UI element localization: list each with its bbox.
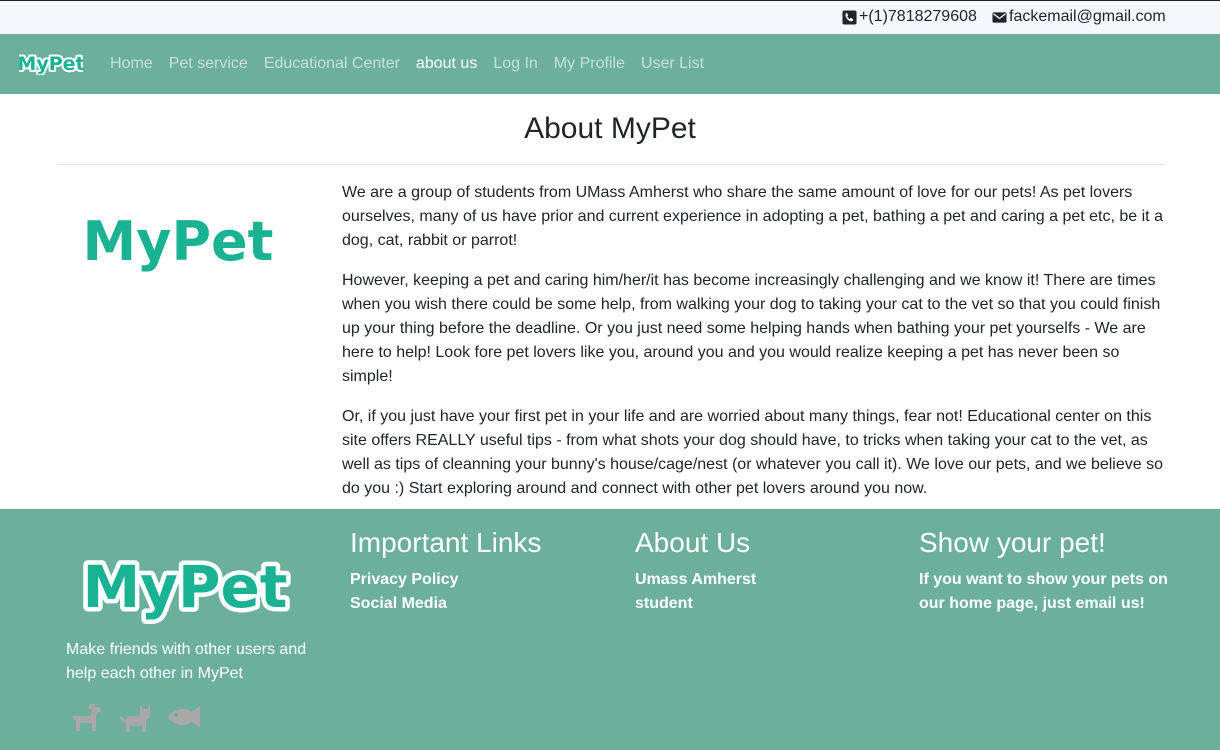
footer-show-pet: Show your pet! If you want to show your …: [919, 527, 1169, 616]
cat-icon: [120, 704, 150, 732]
email-address[interactable]: fackemail@gmail.com: [1009, 8, 1166, 26]
footer-about-us: About Us Umass Amherst student: [635, 527, 785, 616]
nav-item-educational-center[interactable]: Educational Center: [264, 55, 400, 73]
privacy-policy-link[interactable]: Privacy Policy: [350, 568, 541, 592]
footer-important-links: Important Links Privacy Policy Social Me…: [350, 527, 541, 616]
nav-item-home[interactable]: Home: [110, 55, 153, 73]
social-media-link[interactable]: Social Media: [350, 592, 541, 616]
nav-links: Home Pet service Educational Center abou…: [110, 55, 704, 73]
dog-icon: [72, 704, 101, 731]
nav-item-my-profile[interactable]: My Profile: [554, 55, 625, 73]
nav-item-about-us[interactable]: about us: [416, 55, 477, 73]
show-pet-text: If you want to show your pets on our hom…: [919, 571, 1168, 612]
title-divider: [57, 164, 1165, 165]
important-links-heading: Important Links: [350, 527, 542, 558]
nav-item-log-in[interactable]: Log In: [493, 55, 537, 73]
logo-text: MyPet: [19, 53, 83, 75]
about-paragraph-3: Or, if you just have your first pet in y…: [342, 408, 1163, 497]
phone-contact: +(1)7818279608: [842, 8, 977, 26]
phone-icon: [842, 9, 857, 25]
about-us-text: Umass Amherst student: [635, 571, 757, 612]
email-contact: fackemail@gmail.com: [992, 8, 1166, 26]
about-paragraph-2: However, keeping a pet and caring him/he…: [342, 272, 1161, 385]
about-paragraph-1: We are a group of students from UMass Am…: [342, 184, 1163, 249]
footer-tagline: Make friends with other users and help e…: [66, 641, 307, 682]
brand-logo[interactable]: MyPet: [19, 51, 83, 75]
site-footer: MyPet Make friends with other users and …: [0, 509, 1220, 750]
about-logo-text: MyPet: [83, 210, 274, 273]
contact-bar: +(1)7818279608 fackemail@gmail.com: [0, 0, 1220, 34]
about-logo: MyPet: [78, 208, 278, 285]
envelope-icon: [992, 11, 1007, 23]
footer-logo: MyPet: [78, 547, 292, 632]
nav-item-pet-service[interactable]: Pet service: [169, 55, 248, 73]
pet-icons: [70, 702, 204, 732]
nav-item-user-list[interactable]: User List: [641, 55, 704, 73]
main-navbar: MyPet Home Pet service Educational Cente…: [0, 34, 1220, 94]
about-description: We are a group of students from UMass Am…: [342, 181, 1172, 517]
mypet-logo-small: MyPet: [19, 51, 83, 75]
page-title: About MyPet: [524, 112, 696, 145]
about-us-heading: About Us: [635, 527, 751, 558]
phone-number[interactable]: +(1)7818279608: [859, 8, 977, 26]
fish-icon: [168, 706, 200, 728]
mypet-logo-footer: MyPet: [78, 549, 292, 626]
mypet-logo-large: MyPet: [83, 210, 274, 273]
footer-logo-text: MyPet: [82, 553, 287, 621]
show-pet-heading: Show your pet!: [919, 527, 1106, 558]
